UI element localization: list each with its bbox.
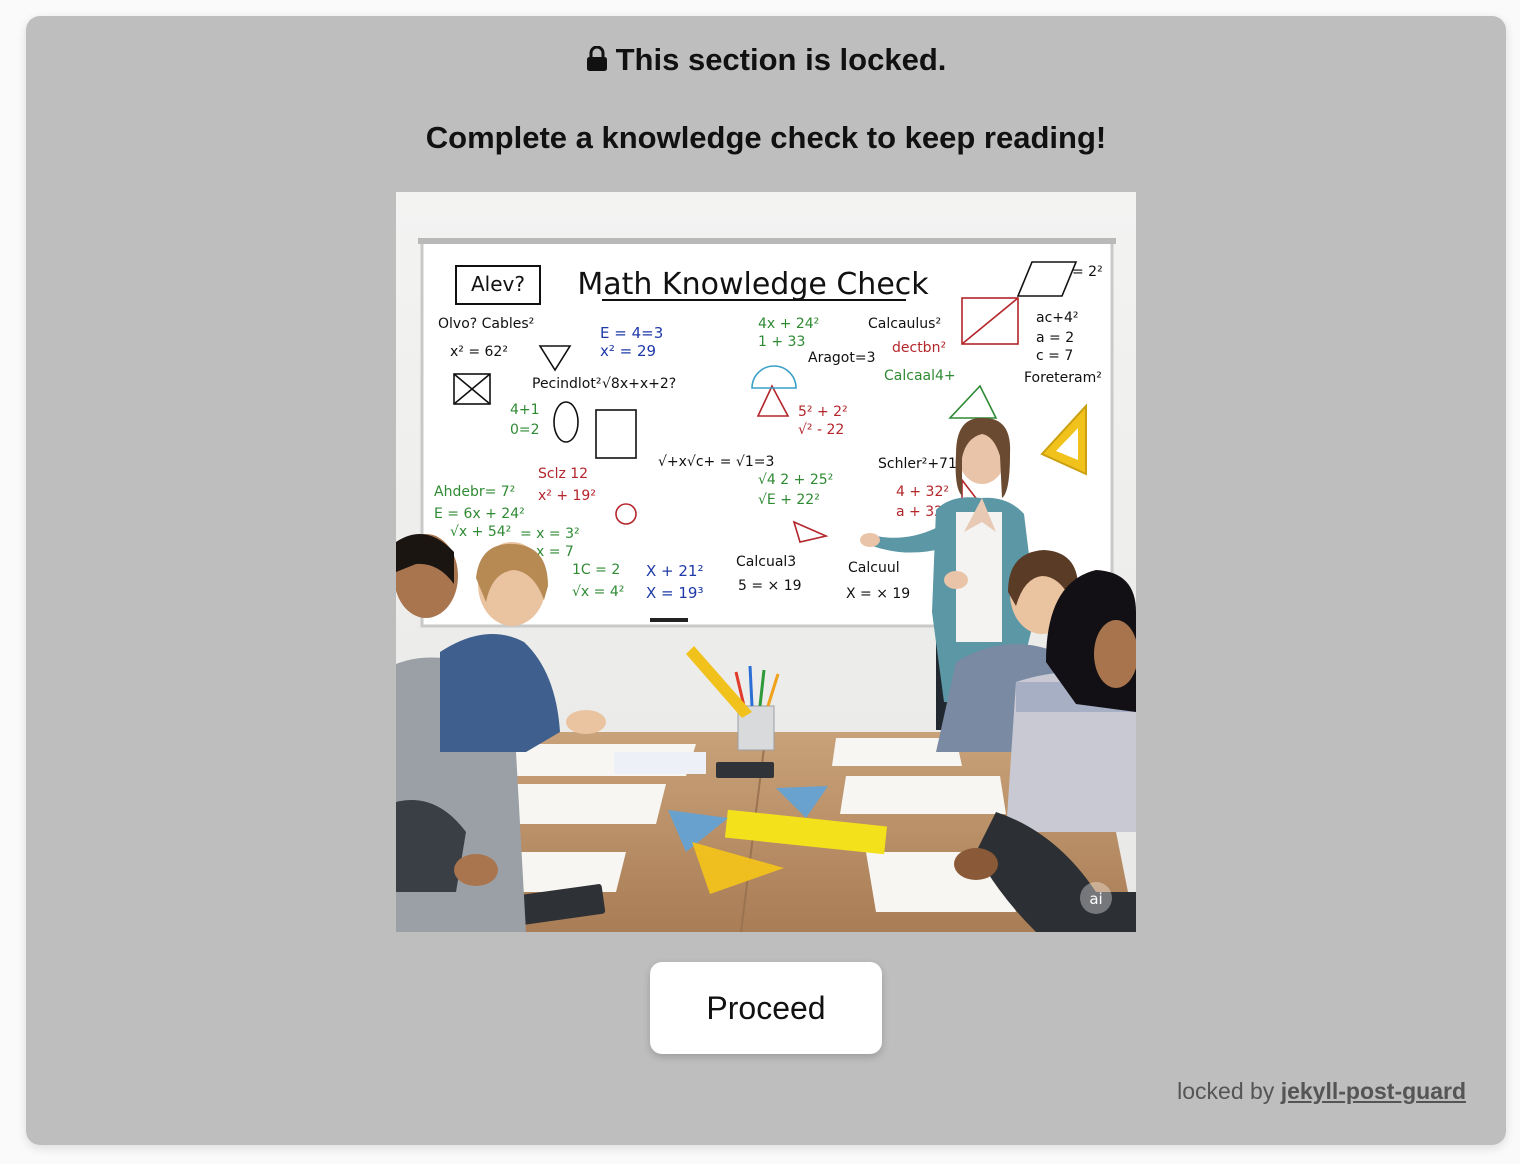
board-formula: Aragot=3 xyxy=(808,350,876,366)
board-formula: Sclz 12 xyxy=(538,466,588,482)
board-formula: √8x+x+2? xyxy=(602,376,676,392)
board-formula: Ahdebr= 7² xyxy=(434,484,515,500)
board-formula: E = 4=3 xyxy=(600,324,663,342)
locked-title: This section is locked. xyxy=(26,40,1506,82)
board-formula: E = 6x + 24² xyxy=(434,506,525,522)
board-formula: Foreteram² xyxy=(1024,370,1102,386)
footer: locked by jekyll-post-guard xyxy=(1177,1078,1466,1105)
board-formula: √x = 4² xyxy=(572,584,624,600)
board-formula: Olvo? Cables² xyxy=(438,316,534,332)
board-formula: Schler²+71? xyxy=(878,456,964,472)
board-formula: ac+4² xyxy=(1036,310,1079,326)
board-formula: X = 19³ xyxy=(646,584,703,602)
classroom-illustration: Math Knowledge Check Alev? Olvo? Cables²… xyxy=(396,192,1136,932)
board-formula: X + 21² xyxy=(646,562,703,580)
board-formula: Calcaulus² xyxy=(868,316,941,332)
board-formula: √4 2 + 25² xyxy=(758,472,833,488)
board-title: Math Knowledge Check xyxy=(577,267,929,302)
footer-prefix: locked by xyxy=(1177,1078,1275,1104)
board-formula: a = 2 xyxy=(1036,330,1074,346)
board-formula: = x = 3² xyxy=(520,526,580,542)
board-formula: 4x + 24² xyxy=(758,316,819,332)
board-formula: Pecindlot² xyxy=(532,376,601,392)
board-formula: x = 7 xyxy=(536,544,574,560)
proceed-button[interactable]: Proceed xyxy=(650,962,882,1054)
board-formula: 1C = 2 xyxy=(572,562,620,578)
board-formula: 4 + 32² xyxy=(896,484,949,500)
board-formula: 5 = × 19 xyxy=(738,578,802,594)
board-formula: √x + 54² xyxy=(450,524,511,540)
board-box-label: Alev? xyxy=(471,272,525,296)
board-formula: 0=2 xyxy=(510,422,540,438)
board-formula: √+x√c+ = √1=3 xyxy=(658,454,774,470)
board-formula: c = 7 xyxy=(1036,348,1073,364)
board-formula: dectbn² xyxy=(892,340,946,356)
ai-badge: ai xyxy=(1089,890,1102,908)
board-formula: √² - 22 xyxy=(798,422,844,438)
subtitle: Complete a knowledge check to keep readi… xyxy=(425,120,1107,155)
board-formula: 4+1 xyxy=(510,402,540,418)
board-formula: Calcuul xyxy=(848,560,900,576)
locked-section-panel: This section is locked. Complete a knowl… xyxy=(26,16,1506,1145)
board-formula: = 2² xyxy=(1072,264,1103,280)
board-formula: Calcaal4+ xyxy=(884,368,956,384)
lock-icon xyxy=(586,42,608,82)
board-formula: 5² + 2² xyxy=(798,404,848,420)
board-formula: x² = 62² xyxy=(450,344,508,360)
board-formula: 1 + 33 xyxy=(758,334,805,350)
board-formula: √E + 22² xyxy=(758,492,820,508)
board-formula: Calcual3 xyxy=(736,554,796,570)
locked-title-text: This section is locked. xyxy=(615,42,947,77)
board-formula: x² + 19² xyxy=(538,488,596,504)
jekyll-post-guard-link[interactable]: jekyll-post-guard xyxy=(1281,1078,1466,1104)
board-formula: X = × 19 xyxy=(846,586,910,602)
board-formula: x² = 29 xyxy=(600,342,656,360)
